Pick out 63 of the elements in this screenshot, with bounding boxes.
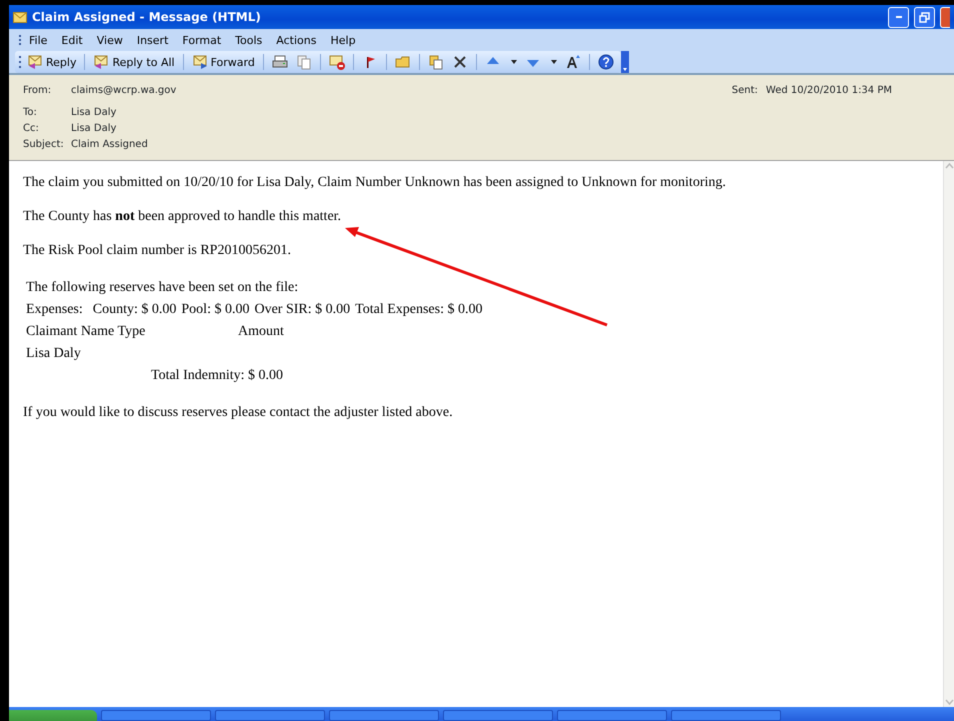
column-header: Claimant Name Type xyxy=(26,323,146,341)
taskbar-button[interactable] xyxy=(329,710,439,721)
field-value: Claim Assigned xyxy=(71,138,148,152)
menu-item[interactable]: Actions xyxy=(269,32,324,48)
start-button[interactable] xyxy=(9,710,97,721)
field-value: claims@wcrp.wa.gov xyxy=(71,84,178,98)
reply-all-icon xyxy=(93,54,110,70)
total-text: Total Indemnity: $ 0.00 xyxy=(151,368,284,383)
field-label: Sent: xyxy=(732,84,758,98)
menu-item[interactable]: Edit xyxy=(54,32,90,48)
reserves-text: The following reserves have been set on the file: xyxy=(26,279,300,297)
toolbar-button[interactable]: Reply xyxy=(24,53,80,71)
taskbar-button[interactable] xyxy=(671,710,781,721)
menu-item[interactable]: Insert xyxy=(130,32,176,48)
field-value: Wed 10/20/2010 1:34 PM xyxy=(766,84,892,98)
envelope-icon xyxy=(13,12,27,22)
paragraph: The Risk Pool claim number is RP2010056201. xyxy=(23,243,292,259)
toolbar-options-icon[interactable] xyxy=(620,51,629,73)
close-button[interactable] xyxy=(940,6,950,28)
field-value: Lisa Daly xyxy=(71,122,116,136)
expense-text: Expenses: xyxy=(26,301,83,319)
minimize-icon xyxy=(896,16,902,18)
taskbar-button[interactable] xyxy=(101,710,211,721)
expense-text: Pool: $ 0.00 xyxy=(181,301,250,319)
grip-icon xyxy=(19,55,22,69)
column-header: Amount xyxy=(238,323,284,341)
envelope-delete-icon[interactable] xyxy=(328,54,345,70)
paragraph: If you would like to discuss reserves please contact the adjuster listed above. xyxy=(23,405,454,421)
window-title: Claim Assigned - Message (HTML) xyxy=(32,10,262,24)
field-label: To: xyxy=(23,106,38,120)
toolbar-button[interactable]: Reply to All xyxy=(90,53,178,71)
help-icon[interactable] xyxy=(598,54,614,70)
copy-icon[interactable] xyxy=(296,54,312,70)
folder-icon[interactable] xyxy=(394,54,411,70)
field-label: Subject: xyxy=(23,138,65,152)
restore-icon xyxy=(919,12,930,22)
print-icon[interactable] xyxy=(272,54,288,70)
delete-icon[interactable] xyxy=(452,54,468,70)
field-label: From: xyxy=(23,84,52,98)
forward-icon xyxy=(192,54,208,70)
expense-text: County: $ 0.00 xyxy=(92,301,176,319)
taskbar-button[interactable] xyxy=(443,710,553,721)
menu-item[interactable]: Tools xyxy=(228,32,270,48)
claimant-name: Lisa Daly xyxy=(26,346,81,361)
taskbar-button[interactable] xyxy=(215,710,325,721)
reply-icon xyxy=(27,54,43,70)
field-value: Lisa Daly xyxy=(71,106,116,120)
move-icon[interactable] xyxy=(428,54,444,70)
toolbar-button[interactable]: Forward xyxy=(188,53,258,71)
menu-item[interactable]: View xyxy=(90,32,130,48)
menu-item[interactable]: File xyxy=(22,32,54,48)
menu-item[interactable]: Help xyxy=(323,32,363,48)
paragraph: The claim you submitted on 10/20/10 for Lisa Daly, Claim Number Unknown has been assigned to Unknown for monitoring. xyxy=(23,175,727,191)
taskbar-button[interactable] xyxy=(557,710,667,721)
minimize-button[interactable] xyxy=(888,6,909,28)
font-size-icon[interactable] xyxy=(564,54,581,70)
expense-text: Over SIR: $ 0.00 xyxy=(254,301,350,319)
menu-item[interactable]: Format xyxy=(175,32,228,48)
field-label: Cc: xyxy=(23,122,40,136)
grip-icon xyxy=(19,34,22,46)
expense-text: Total Expenses: $ 0.00 xyxy=(355,301,482,319)
restore-button[interactable] xyxy=(914,6,935,28)
paragraph: The County has not been approved to handle this matter. xyxy=(23,209,342,225)
